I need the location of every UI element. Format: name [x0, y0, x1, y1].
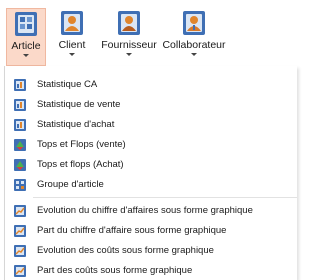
client-label: Client — [58, 39, 86, 51]
menu-item-label: Part du chiffre d'affaire sous forme gra… — [37, 225, 227, 236]
employee-label: Collaborateur — [162, 39, 226, 51]
menu-item-label: Tops et Flops (vente) — [37, 139, 126, 150]
menu-item-statistique-achat[interactable]: Statistique d'achat — [5, 115, 297, 135]
menu-item-label: Statistique CA — [37, 79, 98, 90]
chart-icon — [14, 245, 26, 257]
dropdown-arrow-icon — [126, 53, 132, 56]
tops-flops-icon — [14, 159, 26, 171]
article-label: Article — [11, 40, 41, 52]
employee-button[interactable]: Collaborateur — [160, 8, 228, 66]
stats-icon — [14, 99, 26, 111]
tops-flops-icon — [14, 139, 26, 151]
supplier-icon — [118, 11, 140, 35]
menu-item-label: Statistique de vente — [37, 99, 121, 110]
app-window: Article Client Fournisseur Collaborateur… — [0, 0, 299, 280]
stats-icon — [14, 79, 26, 91]
menu-item-label: Groupe d'article — [37, 179, 104, 190]
employee-icon — [183, 11, 205, 35]
dropdown-arrow-icon — [191, 53, 197, 56]
chart-icon — [14, 205, 26, 217]
article-icon — [15, 12, 37, 36]
dropdown-arrow-icon — [69, 53, 75, 56]
menu-item-label: Statistique d'achat — [37, 119, 115, 130]
menu-item-statistique-ca[interactable]: Statistique CA — [5, 75, 297, 95]
stats-icon — [14, 119, 26, 131]
menu-separator — [33, 197, 297, 198]
client-icon — [61, 11, 83, 35]
article-group-icon — [14, 179, 26, 191]
chart-icon — [14, 265, 26, 277]
menu-item-part-ca-graph[interactable]: Part du chiffre d'affaire sous forme gra… — [5, 221, 297, 241]
article-button[interactable]: Article — [6, 8, 46, 66]
dropdown-arrow-icon — [23, 54, 29, 57]
ribbon-toolbar: Article Client Fournisseur Collaborateur — [0, 0, 299, 68]
menu-item-statistique-vente[interactable]: Statistique de vente — [5, 95, 297, 115]
menu-item-label: Evolution des coûts sous forme graphique — [37, 245, 214, 256]
supplier-button[interactable]: Fournisseur — [96, 8, 162, 66]
menu-item-evolution-couts-graph[interactable]: Evolution des coûts sous forme graphique — [5, 241, 297, 261]
supplier-label: Fournisseur — [101, 39, 157, 51]
menu-item-label: Tops et flops (Achat) — [37, 159, 124, 170]
client-button[interactable]: Client — [52, 8, 92, 66]
menu-item-evolution-ca-graph[interactable]: Evolution du chiffre d'affaires sous for… — [5, 201, 297, 221]
article-dropdown-menu: Statistique CA Statistique de vente Stat… — [4, 66, 297, 280]
menu-item-tops-flops-achat[interactable]: Tops et flops (Achat) — [5, 155, 297, 175]
menu-item-label: Evolution du chiffre d'affaires sous for… — [37, 205, 253, 216]
menu-item-part-couts-graph[interactable]: Part des coûts sous forme graphique — [5, 261, 297, 280]
menu-item-tops-flops-vente[interactable]: Tops et Flops (vente) — [5, 135, 297, 155]
menu-item-groupe-article[interactable]: Groupe d'article — [5, 175, 297, 195]
menu-item-label: Part des coûts sous forme graphique — [37, 265, 193, 276]
chart-icon — [14, 225, 26, 237]
